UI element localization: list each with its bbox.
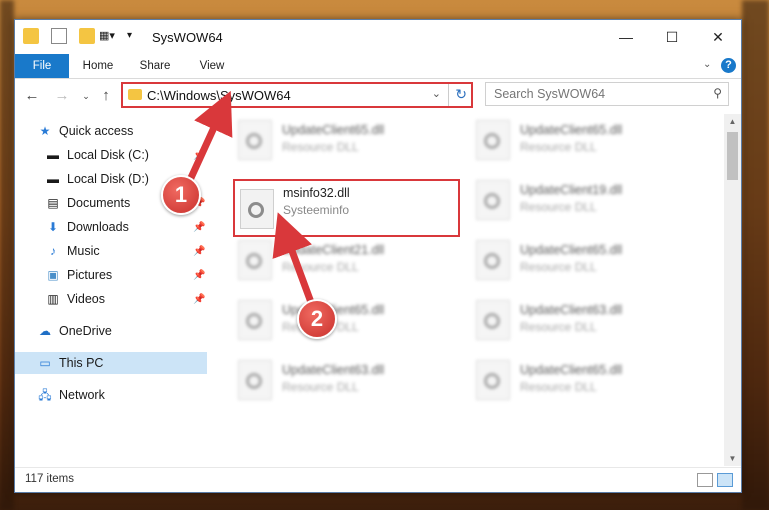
annotation-badge-2: 2 — [297, 299, 337, 339]
annotation-arrows — [186, 90, 316, 309]
annotation-badge-1: 1 — [161, 175, 201, 215]
annotation-arrow-2 — [272, 212, 316, 309]
annotation-arrow-1 — [186, 90, 233, 184]
